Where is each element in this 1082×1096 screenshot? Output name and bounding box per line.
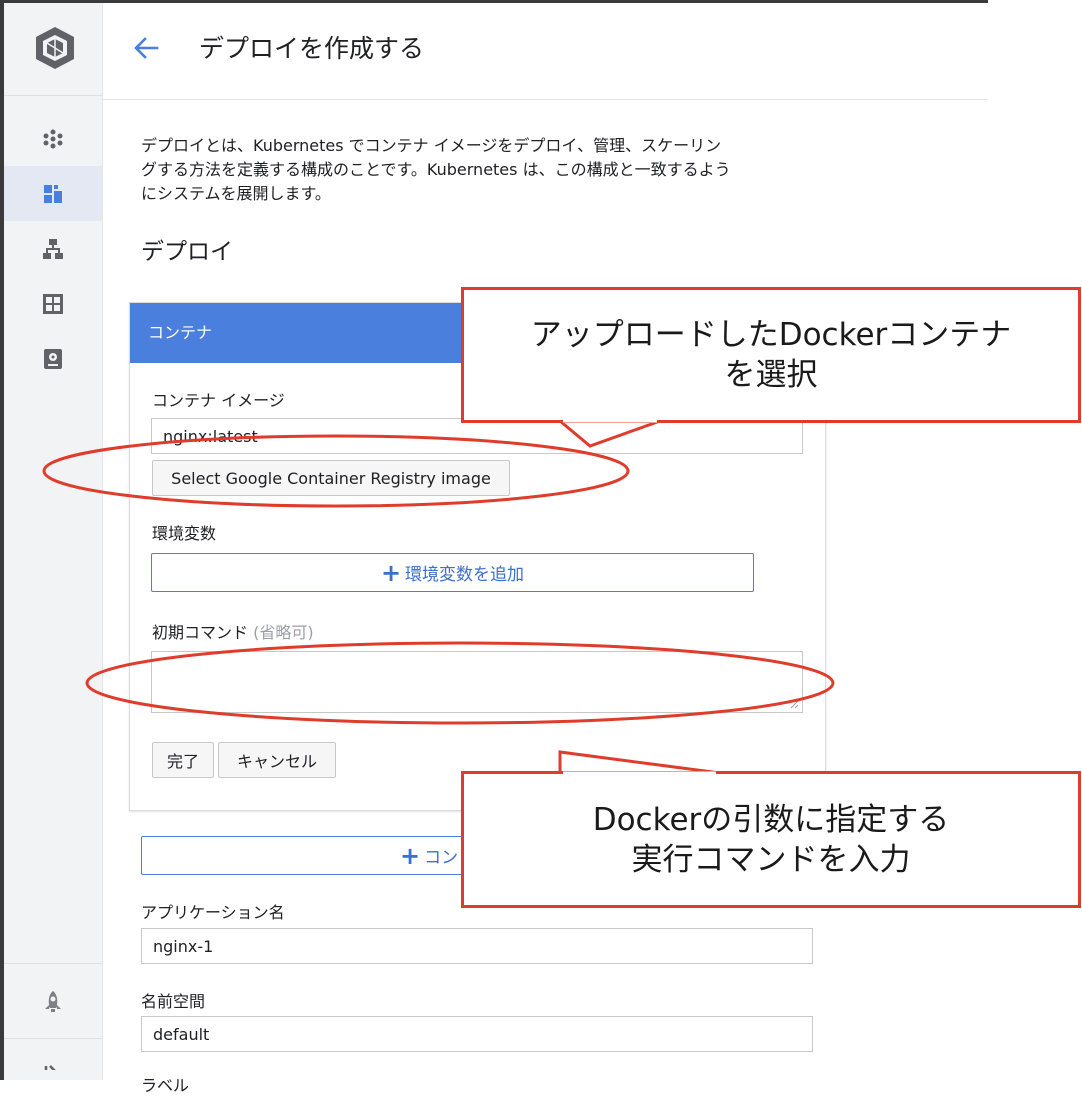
sidebar-collapse-toggle[interactable]	[4, 1048, 102, 1080]
applications-icon	[43, 293, 63, 314]
sidebar-divider	[4, 1038, 102, 1039]
namespace-label: 名前空間	[141, 992, 206, 1011]
callout-line: を選択	[724, 357, 818, 393]
sidebar	[4, 3, 103, 1080]
done-button[interactable]: 完了	[152, 742, 214, 778]
add-env-var-label: 環境変数を追加	[405, 565, 525, 585]
cancel-button[interactable]: キャンセル	[218, 742, 336, 778]
env-vars-label: 環境変数	[152, 524, 217, 543]
callout-line: 実行コマンドを入力	[631, 841, 911, 878]
kubernetes-logo-icon[interactable]	[32, 25, 78, 71]
container-card-title: コンテナ	[148, 323, 213, 342]
app-name-input[interactable]: nginx-1	[141, 928, 813, 964]
app-name-label: アプリケーション名	[141, 903, 285, 922]
workloads-icon	[44, 184, 62, 203]
plus-icon: +	[380, 558, 402, 587]
page-header: デプロイを作成する	[103, 3, 988, 100]
add-env-var-button[interactable]: + 環境変数を追加	[151, 553, 754, 592]
optional-hint: (省略可)	[253, 623, 314, 642]
sidebar-divider	[4, 963, 102, 964]
initial-command-label-text: 初期コマンド	[152, 623, 249, 642]
collapse-icon	[44, 1065, 56, 1070]
callout-line: Dockerの引数に指定する	[592, 801, 950, 838]
select-registry-image-button[interactable]: Select Google Container Registry image	[152, 460, 510, 496]
initial-command-textarea[interactable]	[151, 651, 803, 713]
initial-command-label: 初期コマンド (省略可)	[152, 619, 314, 643]
resize-grip-icon[interactable]	[789, 699, 799, 709]
sidebar-item-workloads[interactable]	[4, 166, 102, 221]
page-title: デプロイを作成する	[199, 34, 425, 63]
sidebar-divider	[4, 95, 102, 96]
marketplace-icon	[45, 990, 61, 1012]
container-image-label: コンテナ イメージ	[152, 391, 285, 410]
callout-line: アップロードしたDockerコンテナ	[530, 317, 1012, 353]
sidebar-item-config[interactable]	[4, 331, 102, 386]
arrow-left-icon[interactable]	[131, 33, 161, 63]
sidebar-item-clusters[interactable]	[4, 111, 102, 166]
labels-label: ラベル	[141, 1076, 190, 1095]
intro-text: デプロイとは、Kubernetes でコンテナ イメージをデプロイ、管理、スケー…	[141, 134, 831, 206]
services-icon	[43, 238, 63, 259]
config-icon	[44, 348, 62, 369]
annotation-callout-command: Dockerの引数に指定する 実行コマンドを入力	[461, 771, 1081, 908]
plus-icon: +	[400, 841, 421, 870]
add-container-label: コン	[424, 848, 459, 868]
cluster-icon	[43, 129, 63, 148]
section-title: デプロイ	[141, 239, 233, 265]
sidebar-item-marketplace[interactable]	[4, 974, 102, 1029]
sidebar-item-services[interactable]	[4, 221, 102, 276]
container-image-input[interactable]: nginx:latest	[151, 418, 803, 454]
annotation-callout-select-image: アップロードしたDockerコンテナ を選択	[461, 287, 1081, 423]
intro-line: デプロイとは、Kubernetes でコンテナ イメージをデプロイ、管理、スケー…	[141, 136, 722, 155]
intro-line: にシステムを展開します。	[141, 184, 331, 203]
sidebar-item-applications[interactable]	[4, 276, 102, 331]
namespace-input[interactable]: default	[141, 1016, 813, 1052]
intro-line: グする方法を定義する構成のことです。Kubernetes は、この構成と一致する…	[141, 160, 731, 179]
